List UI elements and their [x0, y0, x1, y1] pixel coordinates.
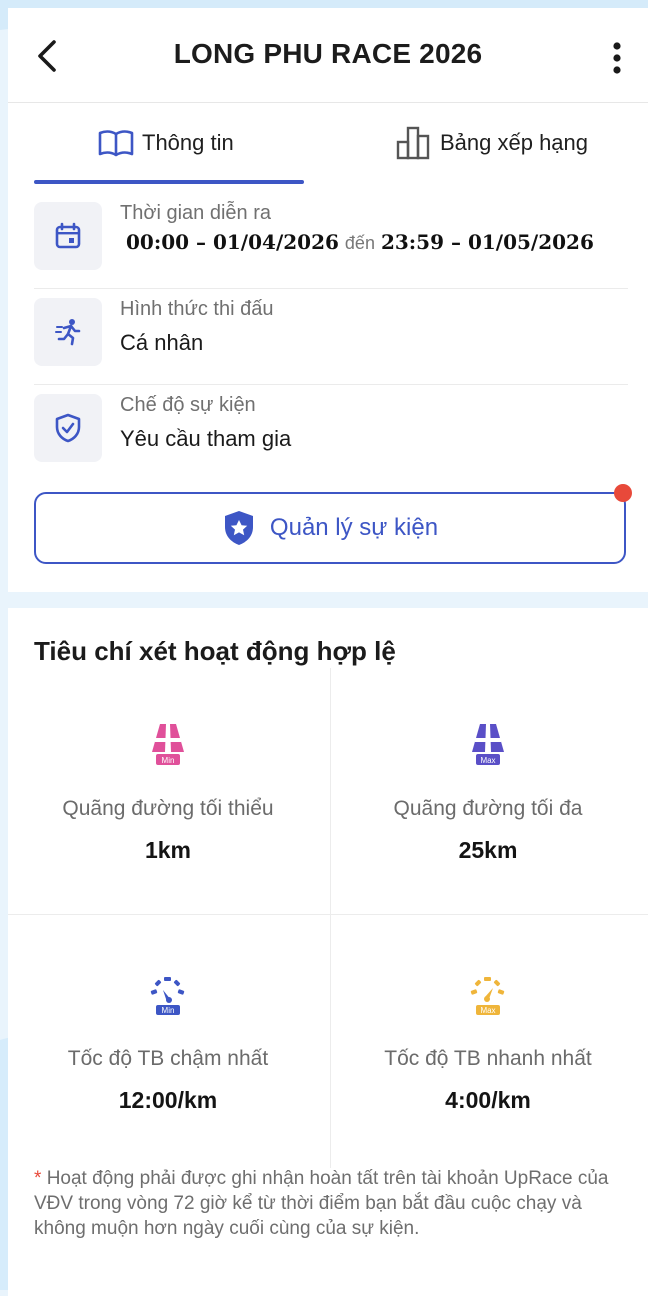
tab-ranking[interactable]: Bảng xếp hạng [396, 121, 588, 165]
calendar-icon [55, 222, 81, 249]
shield-check-icon [55, 413, 81, 443]
book-icon [98, 130, 134, 157]
criteria-slowest-pace: Min Tốc độ TB chậm nhất 12:00/km [8, 972, 328, 1114]
competition-format-value: Cá nhân [120, 330, 204, 355]
event-time-value: 00:00 – 01/04/2026 đến 23:59 – 01/05/2026 [126, 230, 594, 254]
max-distance-value: 25km [458, 837, 518, 863]
road-max-icon: Max [472, 724, 504, 765]
tab-ranking-label: Bảng xếp hạng [440, 130, 589, 155]
tab-info-label: Thông tin [142, 130, 234, 155]
min-distance-label: Quãng đường tối thiểu [62, 797, 274, 820]
road-min-icon: Min [152, 724, 184, 765]
more-vertical-icon [613, 42, 621, 74]
bar-chart-icon [396, 126, 430, 160]
active-tab-indicator [34, 180, 304, 184]
shield-check-icon-box [34, 394, 102, 462]
min-badge-text: Min [162, 756, 175, 765]
shield-star-icon [224, 511, 253, 545]
criteria-max-distance: Max Quãng đường tối đa 25km [328, 722, 648, 864]
app-header: LONG PHU RACE 2026 [8, 8, 648, 103]
max-distance-label: Quãng đường tối đa [393, 797, 583, 820]
event-time-row: Thời gian diễn ra 00:00 – 01/04/2026 đến 2… [34, 192, 628, 289]
min-badge-text: Min [162, 1006, 175, 1015]
criteria-min-distance: Min Quãng đường tối thiểu 1km [8, 722, 328, 864]
manage-event-button[interactable]: Quản lý sự kiện [34, 484, 632, 564]
slowest-pace-label: Tốc độ TB chậm nhất [67, 1047, 269, 1070]
event-start-time: 00:00 – 01/04/2026 [126, 230, 339, 254]
slowest-pace-value: 12:00/km [118, 1087, 218, 1113]
event-info-card: LONG PHU RACE 2026 Thông tin Bảng xếp hạ… [8, 8, 648, 592]
criteria-note: * Hoạt động phải được ghi nhận hoàn tất … [34, 1166, 614, 1241]
note-asterisk: * [34, 1168, 42, 1189]
fastest-pace-value: 4:00/km [445, 1087, 531, 1113]
notification-dot [614, 484, 632, 502]
event-mode-value: Yêu cầu tham gia [120, 426, 292, 451]
competition-format-label: Hình thức thi đấu [120, 298, 274, 320]
note-text: Hoạt động phải được ghi nhận hoàn tất tr… [34, 1168, 609, 1239]
fastest-pace-label: Tốc độ TB nhanh nhất [384, 1047, 592, 1070]
manage-event-label: Quản lý sự kiện [269, 514, 439, 541]
time-separator: đến [344, 233, 375, 253]
criteria-card: Tiêu chí xét hoạt động hợp lệ Min Quãng … [8, 608, 648, 1296]
criteria-fastest-pace: Max Tốc độ TB nhanh nhất 4:00/km [328, 972, 648, 1114]
event-time-label: Thời gian diễn ra [120, 202, 271, 224]
max-badge-text: Max [480, 756, 495, 765]
competition-format-row: Hình thức thi đấu Cá nhân [34, 288, 628, 385]
event-mode-row: Chế độ sự kiện Yêu cầu tham gia [34, 384, 628, 480]
max-badge-text: Max [480, 1006, 495, 1015]
grid-divider-horizontal [8, 914, 648, 915]
event-end-time: 23:59 – 01/05/2026 [380, 230, 594, 254]
speedometer-min-icon: Min [150, 977, 185, 1015]
tab-info[interactable]: Thông tin [98, 121, 234, 165]
runner-icon [55, 319, 81, 346]
speedometer-max-icon: Max [470, 977, 505, 1015]
page-title: LONG PHU RACE 2026 [173, 38, 483, 69]
calendar-icon-box [34, 202, 102, 270]
criteria-title: Tiêu chí xét hoạt động hợp lệ [34, 636, 396, 666]
tab-bar: Thông tin Bảng xếp hạng [8, 103, 648, 185]
event-mode-label: Chế độ sự kiện [120, 394, 256, 416]
runner-icon-box [34, 298, 102, 366]
min-distance-value: 1km [144, 837, 192, 863]
more-options-button[interactable] [602, 38, 632, 78]
